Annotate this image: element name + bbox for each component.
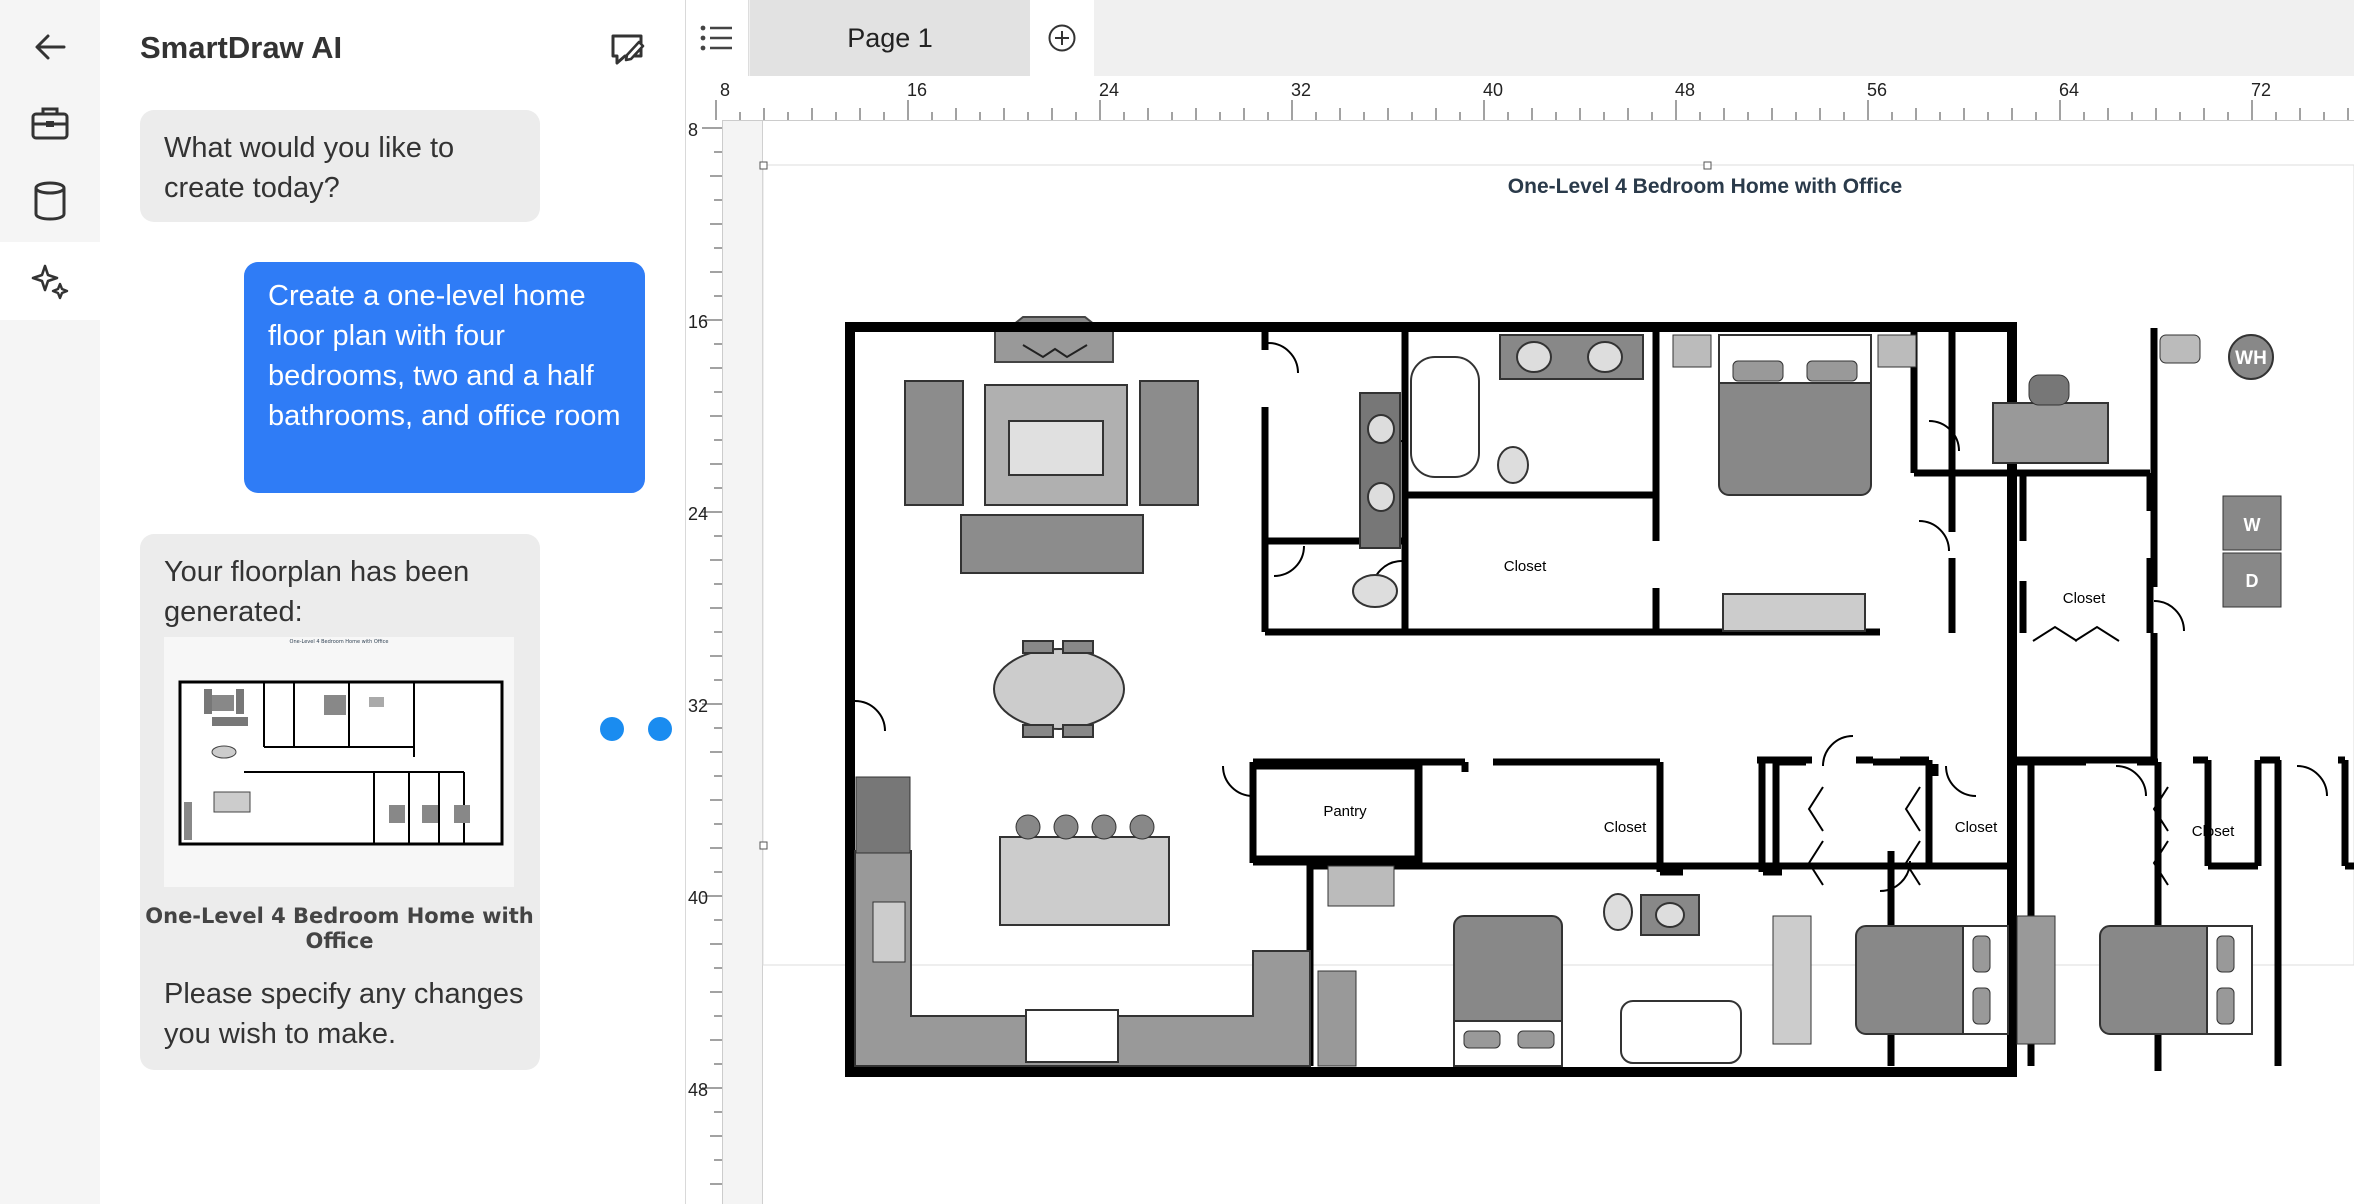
data-button[interactable] xyxy=(0,162,100,240)
followup-text: Please specify any changes you wish to m… xyxy=(164,978,524,1050)
bedroom-2-bed[interactable] xyxy=(1317,865,1563,1067)
tab-page-1[interactable]: Page 1 xyxy=(750,0,1030,76)
master-bed[interactable] xyxy=(1672,334,1917,632)
plus-circle-icon xyxy=(1048,24,1076,52)
diagram-title[interactable]: One-Level 4 Bedroom Home with Office xyxy=(1508,175,1902,198)
back-button[interactable] xyxy=(0,8,100,86)
ai-button[interactable] xyxy=(0,242,100,320)
ruler-label: 40 xyxy=(688,888,709,908)
vertical-ruler[interactable]: 8 16 24 32 40 48 xyxy=(686,120,723,1204)
page-list-button[interactable] xyxy=(686,0,749,76)
ai-sparkle-icon xyxy=(31,264,69,300)
ruler-label: 56 xyxy=(1867,80,1888,100)
toolbox-icon xyxy=(31,107,69,140)
closet-label: Closet xyxy=(1504,558,1547,575)
assistant-result-message: Your floorplan has been generated: One-L… xyxy=(140,534,540,1070)
add-page-button[interactable] xyxy=(1030,0,1094,76)
ruler-label: 48 xyxy=(1675,80,1696,100)
pantry-label: Pantry xyxy=(1323,803,1367,820)
closet-label: Closet xyxy=(2063,590,2106,607)
chat-title: SmartDraw AI xyxy=(140,30,343,65)
closet-label: Closet xyxy=(1604,819,1647,836)
svg-text:One-Level 4 Bedroom Home with: One-Level 4 Bedroom Home with Office xyxy=(290,639,389,645)
assistant-message: What would you like to create today? xyxy=(140,110,540,222)
message-text: Your floorplan has been generated: xyxy=(164,556,470,628)
ruler-label: 16 xyxy=(688,312,709,332)
edit-chat-icon xyxy=(611,34,645,65)
toolbox-button[interactable] xyxy=(0,84,100,162)
washer-label: W xyxy=(2244,515,2261,535)
user-message: Create a one-level home floor plan with … xyxy=(244,262,645,493)
tab-label: Page 1 xyxy=(847,22,933,53)
horizontal-ruler[interactable]: 8 16 24 32 40 48 56 64 72 xyxy=(686,76,2354,121)
ruler-label: 32 xyxy=(688,696,709,716)
bedroom-3-bed[interactable] xyxy=(1772,915,2009,1045)
ruler-label: 24 xyxy=(1099,80,1120,100)
chat-panel: SmartDraw AI What would you like to crea… xyxy=(100,0,768,1204)
message-text: What would you like to create today? xyxy=(164,132,455,204)
selection-handle[interactable] xyxy=(759,161,768,170)
living-room-furniture[interactable] xyxy=(904,380,1199,574)
page-tab-bar: Page 1 xyxy=(686,0,2354,77)
ruler-label: 64 xyxy=(2059,80,2080,100)
dryer-label: D xyxy=(2246,571,2259,591)
left-rail xyxy=(0,0,101,1204)
thumbnail-caption: One-Level 4 Bedroom Home with Office xyxy=(145,904,534,953)
ruler-label: 8 xyxy=(688,120,699,140)
database-icon xyxy=(34,181,66,221)
kitchen-island[interactable] xyxy=(999,814,1170,926)
closet-doors xyxy=(1807,625,2169,886)
bedroom-4-bed[interactable] xyxy=(2016,915,2253,1045)
back-arrow-icon xyxy=(35,34,66,60)
new-chat-button[interactable] xyxy=(605,28,649,72)
floorplan-thumbnail[interactable]: One-Level 4 Bedroom Home with Office xyxy=(164,637,514,887)
ruler-label: 40 xyxy=(1483,80,1504,100)
ruler-label: 8 xyxy=(720,80,731,100)
selection-handle[interactable] xyxy=(1703,161,1712,170)
ruler-label: 24 xyxy=(688,504,709,524)
ruler-label: 72 xyxy=(2251,80,2272,100)
ruler-label: 32 xyxy=(1291,80,1312,100)
laundry[interactable] xyxy=(2159,334,2282,608)
ruler-label: 16 xyxy=(907,80,928,100)
ruler-label: 48 xyxy=(688,1080,709,1100)
dining-table[interactable] xyxy=(993,640,1125,738)
closet-label: Closet xyxy=(1955,819,1998,836)
water-heater-label: WH xyxy=(2235,348,2267,369)
message-text: Create a one-level home floor plan with … xyxy=(268,280,621,432)
selection-handle[interactable] xyxy=(759,841,768,850)
closet-label: Closet xyxy=(2192,823,2235,840)
list-icon xyxy=(700,25,732,51)
floor-plan-diagram[interactable]: One-Level 4 Bedroom Home with Office Clo… xyxy=(723,121,2354,1204)
